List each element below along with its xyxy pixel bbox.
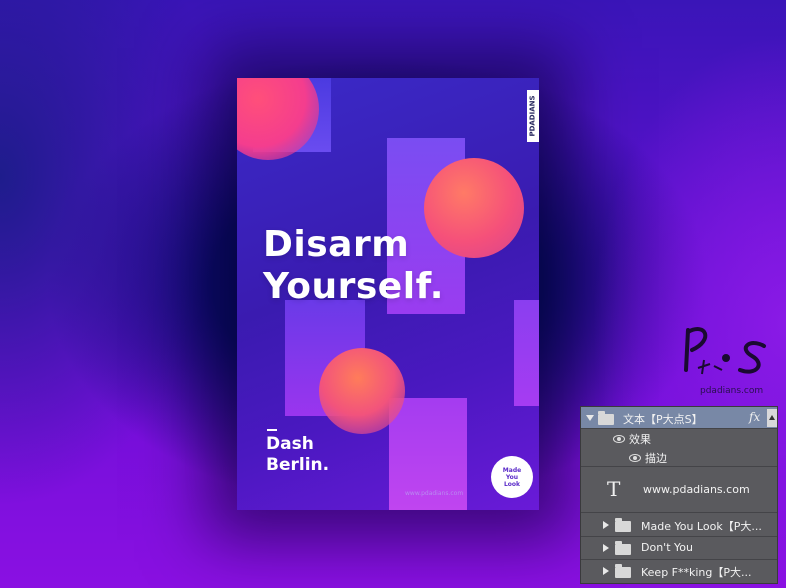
layer-name: Made You Look【P大...: [641, 520, 762, 533]
fx-icon[interactable]: fx: [749, 410, 760, 424]
stroke-label: 描边: [645, 452, 667, 465]
eye-icon[interactable]: [613, 435, 625, 443]
layers-panel: 文本【P大点S】 fx 效果 描边 T www.pdadians.com Mad…: [580, 406, 778, 584]
made-you-look-badge: Made You Look: [491, 456, 533, 498]
badge-text: Made You Look: [502, 466, 522, 488]
expand-arrow-icon[interactable]: [586, 415, 594, 421]
poster-url: www.pdadians.com: [405, 490, 464, 497]
layer-stroke-row[interactable]: 描边: [581, 447, 777, 467]
headline-line-1: Disarm: [263, 224, 410, 265]
layer-group-made-you-look[interactable]: Made You Look【P大...: [581, 513, 777, 537]
scroll-up-arrow-icon[interactable]: [767, 409, 777, 427]
watermark-url: pdadians.com: [700, 386, 764, 396]
layer-name: Don't You: [641, 541, 693, 554]
layer-group-dont-you[interactable]: Don't You: [581, 537, 777, 560]
layer-group-keep[interactable]: Keep F**king【P大...: [581, 560, 777, 583]
expand-arrow-icon[interactable]: [603, 544, 609, 552]
folder-icon: [615, 564, 631, 578]
layer-effects-row[interactable]: 效果: [581, 429, 777, 447]
layer-group-name: 文本【P大点S】: [623, 413, 703, 426]
poster-canvas: PDADIANS Disarm Yourself. Dash Berlin. w…: [237, 78, 539, 510]
folder-icon: [615, 541, 631, 555]
brand-tag-text: PDADIANS: [529, 95, 537, 137]
text-layer-icon: T: [607, 477, 621, 501]
poster-headline: Disarm Yourself.: [263, 224, 444, 308]
poster-circle: [319, 348, 405, 434]
folder-icon: [598, 411, 614, 425]
expand-arrow-icon[interactable]: [603, 567, 609, 575]
poster-artist: Dash Berlin.: [266, 434, 329, 476]
text-layer-name: www.pdadians.com: [643, 483, 750, 496]
eye-icon[interactable]: [629, 454, 641, 462]
expand-arrow-icon[interactable]: [603, 521, 609, 529]
layer-group-text[interactable]: 文本【P大点S】 fx: [581, 407, 777, 429]
effects-label: 效果: [629, 433, 651, 446]
layer-name: Keep F**king【P大...: [641, 566, 752, 579]
brand-tag: PDADIANS: [527, 90, 539, 142]
artist-dash: [267, 429, 277, 431]
artist-line-2: Berlin.: [266, 455, 330, 475]
poster-rect: [514, 300, 539, 406]
headline-line-2: Yourself.: [263, 266, 444, 307]
layer-text-url[interactable]: T www.pdadians.com: [581, 467, 777, 513]
artist-line-1: Dash: [266, 434, 314, 454]
folder-icon: [615, 518, 631, 532]
